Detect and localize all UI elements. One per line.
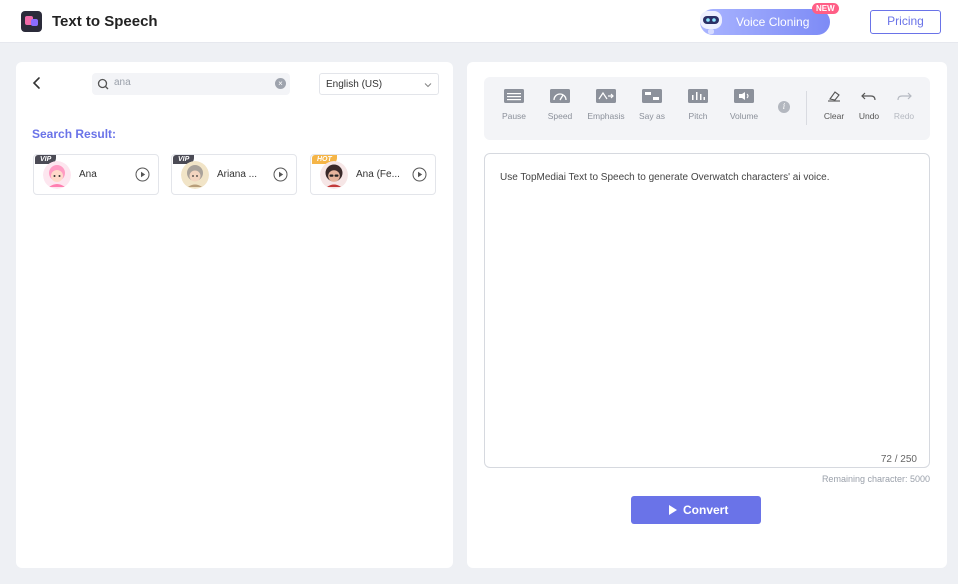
convert-button[interactable]: Convert bbox=[631, 496, 761, 524]
pink-character-avatar-icon bbox=[43, 161, 71, 189]
pitch-bars-icon bbox=[688, 89, 708, 103]
emphasis-tool[interactable]: Emphasis bbox=[585, 89, 627, 121]
pitch-label: Pitch bbox=[688, 111, 708, 121]
voice-cloning-label: Voice Cloning bbox=[736, 15, 810, 29]
app-logo-icon[interactable] bbox=[21, 11, 42, 32]
woman-sunglasses-avatar-icon bbox=[320, 161, 348, 189]
volume-tool[interactable]: Volume bbox=[723, 89, 765, 121]
voice-search-panel: ana × English (US) Search Result: VIP An… bbox=[16, 62, 453, 568]
redo-arrow-icon bbox=[897, 92, 912, 101]
emphasis-icon bbox=[596, 89, 616, 103]
app-title: Text to Speech bbox=[52, 13, 158, 30]
clear-search-icon[interactable]: × bbox=[275, 78, 286, 89]
convert-label: Convert bbox=[683, 503, 729, 517]
voice-name: Ana bbox=[79, 169, 97, 180]
say-as-icon bbox=[642, 89, 662, 103]
info-icon[interactable]: i bbox=[778, 101, 790, 113]
language-value: English (US) bbox=[326, 79, 383, 90]
language-select[interactable]: English (US) bbox=[319, 73, 439, 95]
undo-button[interactable]: Undo bbox=[849, 89, 889, 121]
say-as-tool[interactable]: Say as bbox=[631, 89, 673, 121]
speed-tool[interactable]: Speed bbox=[539, 89, 581, 121]
robot-icon bbox=[700, 11, 722, 34]
search-icon bbox=[97, 78, 109, 90]
search-value: ana bbox=[114, 77, 131, 88]
voice-card-ariana[interactable]: VIP Ariana ... bbox=[171, 154, 297, 195]
pause-lines-icon bbox=[504, 89, 524, 103]
remaining-characters: Remaining character: 5000 bbox=[821, 474, 930, 484]
redo-label: Redo bbox=[893, 111, 915, 121]
character-count: 72 / 250 bbox=[880, 454, 917, 465]
speed-label: Speed bbox=[547, 111, 573, 121]
play-icon[interactable] bbox=[135, 167, 150, 182]
voice-cloning-button[interactable]: Voice Cloning bbox=[700, 9, 830, 35]
play-icon bbox=[669, 505, 677, 515]
pricing-button[interactable]: Pricing bbox=[870, 10, 941, 34]
undo-label: Undo bbox=[858, 111, 880, 121]
grey-hair-woman-avatar-icon bbox=[181, 161, 209, 189]
play-icon[interactable] bbox=[412, 167, 427, 182]
editor-toolbar: Pause Speed Emphasis Say as Pitch Volume… bbox=[484, 77, 930, 140]
volume-icon bbox=[734, 89, 754, 103]
new-badge: NEW bbox=[812, 3, 839, 14]
speech-text-value: Use TopMediai Text to Speech to generate… bbox=[500, 172, 830, 183]
play-icon[interactable] bbox=[273, 167, 288, 182]
toolbar-divider bbox=[806, 91, 807, 125]
volume-label: Volume bbox=[729, 111, 759, 121]
speech-text-input[interactable]: Use TopMediai Text to Speech to generate… bbox=[484, 153, 930, 468]
voice-card-ana-female[interactable]: HOT Ana (Fe... bbox=[310, 154, 436, 195]
voice-card-ana[interactable]: VIP Ana bbox=[33, 154, 159, 195]
emphasis-label: Emphasis bbox=[587, 111, 625, 121]
clear-label: Clear bbox=[823, 111, 845, 121]
voice-name: Ana (Fe... bbox=[356, 169, 400, 180]
search-result-title: Search Result: bbox=[32, 127, 117, 141]
pause-label: Pause bbox=[501, 111, 527, 121]
pause-tool[interactable]: Pause bbox=[493, 89, 535, 121]
clear-button[interactable]: Clear bbox=[814, 89, 854, 121]
redo-button[interactable]: Redo bbox=[884, 89, 924, 121]
search-input[interactable]: ana × bbox=[92, 73, 290, 95]
chevron-down-icon bbox=[424, 83, 432, 88]
top-header: Text to Speech Voice Cloning NEW Pricing bbox=[0, 0, 958, 43]
editor-panel: Pause Speed Emphasis Say as Pitch Volume… bbox=[467, 62, 947, 568]
undo-arrow-icon bbox=[861, 92, 876, 101]
eraser-icon bbox=[828, 91, 840, 102]
pitch-tool[interactable]: Pitch bbox=[677, 89, 719, 121]
speedometer-icon bbox=[550, 89, 570, 103]
voice-name: Ariana ... bbox=[217, 169, 258, 180]
back-arrow-icon[interactable] bbox=[30, 76, 44, 90]
say-as-label: Say as bbox=[639, 111, 665, 121]
